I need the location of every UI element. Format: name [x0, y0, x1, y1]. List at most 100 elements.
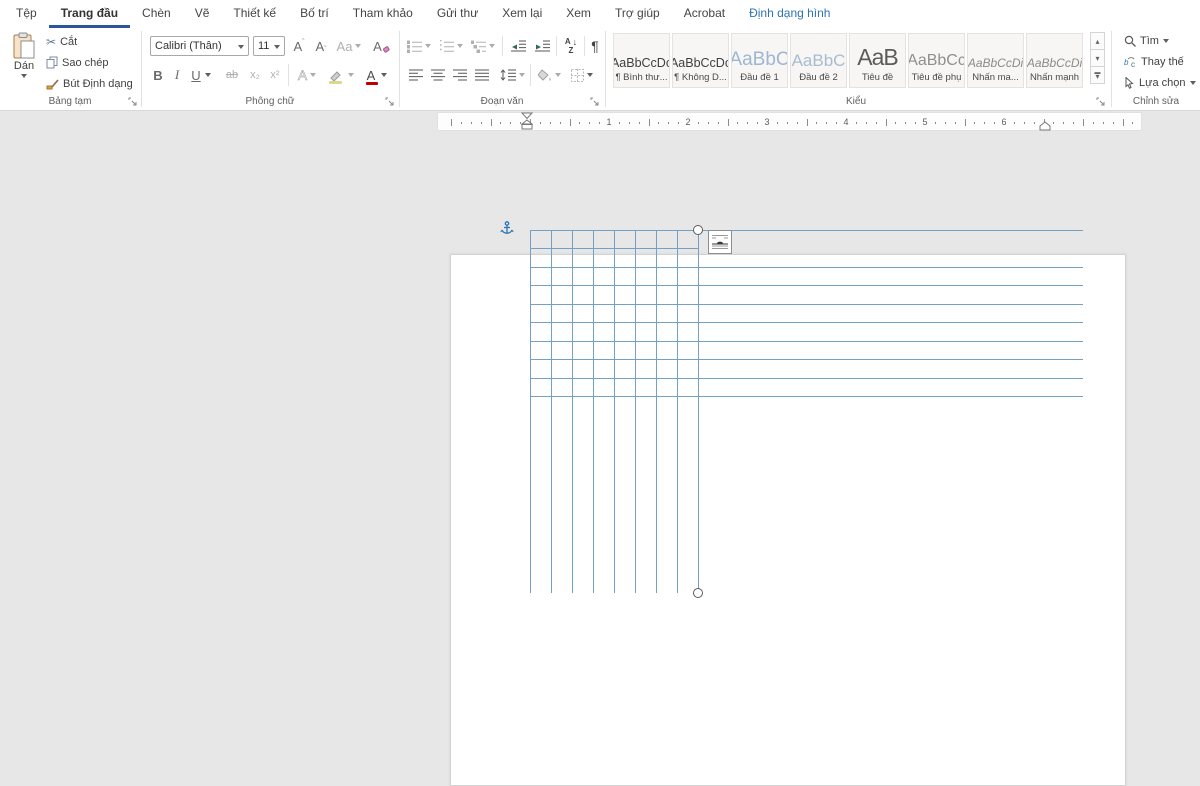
ruler-tick [1093, 122, 1094, 124]
style-scroll-down-button[interactable]: ▾ [1090, 49, 1105, 67]
replace-label: Thay thế [1141, 56, 1184, 68]
tab-trợ-giúp[interactable]: Trợ giúp [603, 0, 672, 28]
style-card-6[interactable]: AaBbCcDiNhấn ma... [967, 33, 1024, 88]
right-indent-marker[interactable] [1039, 121, 1051, 131]
highlight-button[interactable] [326, 64, 356, 86]
tab-chèn[interactable]: Chèn [130, 0, 183, 28]
bullets-button[interactable] [406, 36, 432, 56]
tab-acrobat[interactable]: Acrobat [672, 0, 737, 28]
ruler-tick: 5 [922, 117, 927, 127]
strikethrough-button[interactable]: ab [222, 64, 242, 86]
copy-icon [46, 56, 58, 69]
paste-clipboard-icon [12, 32, 36, 60]
copy-button[interactable]: Sao chép [46, 56, 108, 69]
paste-dropdown-icon[interactable] [21, 74, 27, 78]
layout-options-button[interactable] [708, 230, 732, 254]
font-size-value: 11 [258, 40, 269, 52]
format-painter-button[interactable]: Bút Định dạng [46, 77, 133, 90]
bullets-icon [407, 40, 422, 53]
ruler-indent-markers[interactable] [521, 112, 533, 131]
numbering-button[interactable] [438, 36, 464, 56]
grid-horizontal-line [530, 267, 1083, 268]
sort-button[interactable]: A↓ Z [560, 36, 582, 56]
font-name-dropdown-icon[interactable] [234, 40, 244, 52]
superscript-button[interactable]: x² [266, 64, 284, 86]
font-dialog-launcher-icon[interactable] [385, 97, 395, 107]
tab-bố-trí[interactable]: Bố trí [288, 0, 341, 28]
grid-horizontal-line [530, 396, 1083, 397]
select-dropdown-icon[interactable] [1190, 81, 1196, 85]
selection-handle-top[interactable] [693, 225, 703, 235]
ruler-tick: 6 [1001, 117, 1006, 127]
grow-font-button[interactable]: Aˆ [290, 36, 308, 56]
decrease-indent-button[interactable] [508, 36, 528, 56]
clear-formatting-button[interactable]: A [372, 36, 392, 56]
align-left-icon [409, 69, 423, 81]
tab-vẽ[interactable]: Vẽ [183, 0, 222, 28]
borders-button[interactable] [568, 64, 596, 86]
shading-button[interactable] [536, 64, 562, 86]
shrink-font-button[interactable]: Aˇ [312, 36, 330, 56]
tab-xem-lại[interactable]: Xem lại [490, 0, 554, 28]
align-center-button[interactable] [428, 64, 448, 86]
selection-handle-bottom[interactable] [693, 588, 703, 598]
underline-button[interactable]: U [188, 64, 214, 86]
style-card-3[interactable]: AaBbCĐầu đề 2 [790, 33, 847, 88]
increase-indent-button[interactable] [532, 36, 552, 56]
style-card-0[interactable]: AaBbCcDc¶ Bình thư... [613, 33, 670, 88]
change-case-button[interactable]: Aa [338, 36, 360, 56]
style-card-1[interactable]: AaBbCcDc¶ Không D... [672, 33, 729, 88]
bold-button[interactable]: B [150, 64, 166, 86]
tab-tệp[interactable]: Tệp [4, 0, 49, 28]
clipboard-dialog-launcher-icon[interactable] [128, 97, 138, 107]
style-card-7[interactable]: AaBbCcDiNhấn mạnh [1026, 33, 1083, 88]
pilcrow-button[interactable]: ¶ [588, 36, 602, 56]
cut-button[interactable]: ✂ Cắt [46, 35, 77, 49]
font-color-button[interactable]: A [362, 64, 392, 86]
sort-z-label: Z [569, 47, 574, 55]
tab-trang-đầu[interactable]: Trang đầu [49, 0, 130, 28]
tab-gửi-thư[interactable]: Gửi thư [425, 0, 490, 28]
italic-button[interactable]: I [170, 64, 184, 86]
replace-button[interactable]: b c Thay thế [1124, 56, 1184, 68]
align-left-button[interactable] [406, 64, 426, 86]
align-right-button[interactable] [450, 64, 470, 86]
style-card-2[interactable]: AaBbCĐầu đề 1 [731, 33, 788, 88]
style-label: ¶ Không D... [674, 72, 727, 83]
select-button[interactable]: Lựa chọn [1124, 77, 1196, 89]
tab-thiết-kế[interactable]: Thiết kế [221, 0, 288, 28]
align-justify-button[interactable] [472, 64, 492, 86]
ruler-tick [935, 122, 936, 124]
style-gallery-more-button[interactable]: ▬▾ [1090, 66, 1105, 84]
tab-định-dạng-hình[interactable]: Định dạng hình [737, 0, 842, 28]
ruler-tick [698, 122, 699, 124]
align-justify-icon [475, 69, 489, 81]
format-painter-icon [46, 77, 59, 90]
multilevel-list-button[interactable] [470, 36, 496, 56]
paragraph-dialog-launcher-icon[interactable] [590, 97, 600, 107]
tab-xem[interactable]: Xem [554, 0, 603, 28]
font-name-combo[interactable]: Calibri (Thân) [150, 36, 249, 56]
style-preview: AaBbCcDi [1027, 57, 1082, 69]
tab-tham-khảo[interactable]: Tham khảo [341, 0, 425, 28]
styles-dialog-launcher-icon[interactable] [1096, 97, 1106, 107]
subscript-button[interactable]: x₂ [246, 64, 264, 86]
font-group-label: Phông chữ [142, 96, 398, 107]
ruler-tick [915, 122, 916, 124]
style-gallery: AaBbCcDc¶ Bình thư...AaBbCcDc¶ Không D..… [613, 33, 1083, 89]
font-size-dropdown-icon[interactable] [270, 40, 280, 52]
style-scroll-up-button[interactable]: ▴ [1090, 32, 1105, 50]
line-spacing-button[interactable] [498, 64, 526, 86]
text-effects-button[interactable]: A [294, 64, 320, 86]
style-card-5[interactable]: AaBbCcTiêu đề phụ [908, 33, 965, 88]
grid-horizontal-line [530, 248, 698, 249]
find-button[interactable]: Tìm [1124, 35, 1169, 47]
ruler-tick [787, 122, 788, 124]
find-dropdown-icon[interactable] [1163, 39, 1169, 43]
paste-button[interactable]: Dán [7, 32, 41, 94]
first-line-indent-marker [522, 113, 532, 119]
font-size-combo[interactable]: 11 [253, 36, 285, 56]
shading-icon [538, 69, 552, 82]
style-card-4[interactable]: AaBTiêu đề [849, 33, 906, 88]
ruler[interactable]: 123456 [437, 112, 1142, 131]
